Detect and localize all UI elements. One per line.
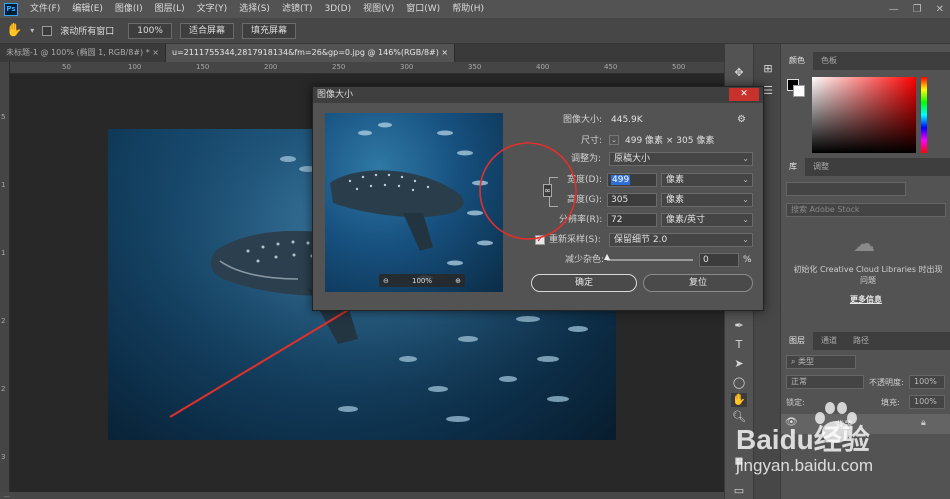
watermark-brand: Baidu经验: [736, 424, 870, 455]
annotation-circle: [479, 142, 577, 240]
watermark-url: jingyan.baidu.com: [736, 456, 874, 475]
baidu-watermark: Baidu经验 jingyan.baidu.com: [736, 398, 936, 488]
